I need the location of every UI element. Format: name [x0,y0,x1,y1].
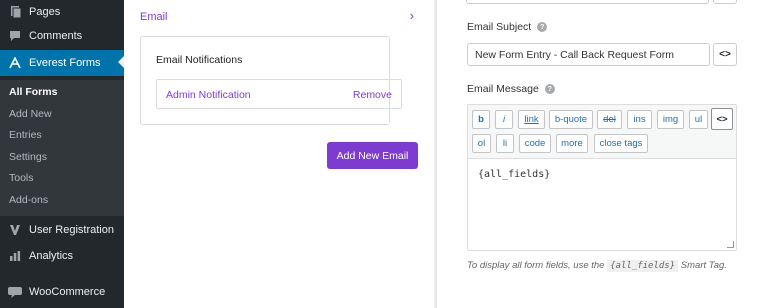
email-section: Email › Email Notifications Admin Notifi… [124,0,434,308]
chevron-right-icon[interactable]: › [410,8,414,23]
bold-button[interactable]: b [472,110,490,129]
sidebar-item-label: WooCommerce [29,286,106,298]
sidebar-item-user-registration[interactable]: User Registration [0,218,124,242]
sidebar-item-pages[interactable]: Pages [0,0,124,24]
admin-sidebar: Pages Comments Everest Forms All Forms A… [0,0,124,308]
help-icon[interactable]: ? [544,84,555,94]
email-message-editor: b i link b-quote del ins img ul <> ol li… [467,104,737,251]
email-settings-panel: Email › Email Notifications Admin Notifi… [124,0,434,308]
submenu-entries[interactable]: Entries [9,129,42,141]
email-subject-label-text: Email Subject [467,21,532,33]
previous-field-input[interactable] [466,0,709,4]
add-new-email-button[interactable]: Add New Email [327,142,418,169]
sidebar-item-everest-forms[interactable]: Everest Forms [0,50,124,76]
ul-button[interactable]: ul [689,110,708,129]
user-registration-icon [8,223,22,237]
hint-prefix: To display all form fields, use the [467,260,605,271]
ins-button[interactable]: ins [627,110,652,129]
admin-notification-link[interactable]: Admin Notification [166,89,251,101]
everest-forms-submenu: All Forms Add New Entries Settings Tools… [0,80,124,216]
email-section-label[interactable]: Email [140,11,168,23]
close-tags-button[interactable]: close tags [594,134,648,153]
email-message-textarea[interactable]: {all_fields} [478,169,550,180]
img-button[interactable]: img [657,110,684,129]
link-button[interactable]: link [518,110,545,129]
pages-icon [8,5,22,19]
hint-suffix: Smart Tag. [680,260,727,271]
notification-row: Admin Notification Remove [156,79,402,109]
sidebar-item-woocommerce[interactable]: WooCommerce [0,280,124,304]
help-icon[interactable]: ? [537,22,548,32]
email-subject-input[interactable]: New Form Entry - Call Back Request Form [467,43,710,66]
email-compose-panel: Email Subject ? New Form Entry - Call Ba… [436,0,770,308]
comments-icon [8,29,22,43]
del-button[interactable]: del [597,110,622,129]
submenu-add-new[interactable]: Add New [9,108,52,120]
sidebar-item-comments[interactable]: Comments [0,24,124,48]
editor-toolbar: b i link b-quote del ins img ul <> ol li… [468,105,736,159]
hint-code: {all_fields} [607,260,679,272]
more-button[interactable]: more [556,134,588,153]
smart-tag-hint: To display all form fields, use the {all… [467,259,737,273]
resize-handle-icon[interactable] [727,241,734,248]
italic-button[interactable]: i [495,110,513,129]
previous-field-button[interactable] [713,0,737,4]
sidebar-item-label: Pages [29,6,61,18]
code-button[interactable]: code [519,134,551,153]
submenu-tools[interactable]: Tools [9,172,34,184]
email-message-label-text: Email Message [467,83,539,95]
sidebar-item-label: User Registration [29,224,114,236]
sidebar-item-label: Comments [29,30,83,42]
smart-tag-button[interactable]: <> [713,43,737,66]
remove-notification-link[interactable]: Remove [353,89,392,101]
submenu-settings[interactable]: Settings [9,151,47,163]
woocommerce-icon [8,285,22,299]
sidebar-item-label: Analytics [29,250,74,262]
submenu-add-ons[interactable]: Add-ons [9,194,48,206]
ol-button[interactable]: ol [472,134,491,153]
blockquote-button[interactable]: b-quote [549,110,593,129]
email-notifications-box: Email Notifications Admin Notification R… [140,36,402,125]
smart-tag-button[interactable]: <> [711,108,733,130]
sidebar-item-analytics[interactable]: Analytics [0,244,124,268]
email-notifications-title: Email Notifications [156,54,243,66]
li-button[interactable]: li [496,134,514,153]
sidebar-item-label: Everest Forms [29,57,101,69]
submenu-all-forms[interactable]: All Forms [9,86,57,98]
everest-forms-icon [8,56,22,70]
email-subject-label: Email Subject ? [467,21,548,33]
email-message-label: Email Message ? [467,83,555,95]
analytics-icon [8,249,22,263]
